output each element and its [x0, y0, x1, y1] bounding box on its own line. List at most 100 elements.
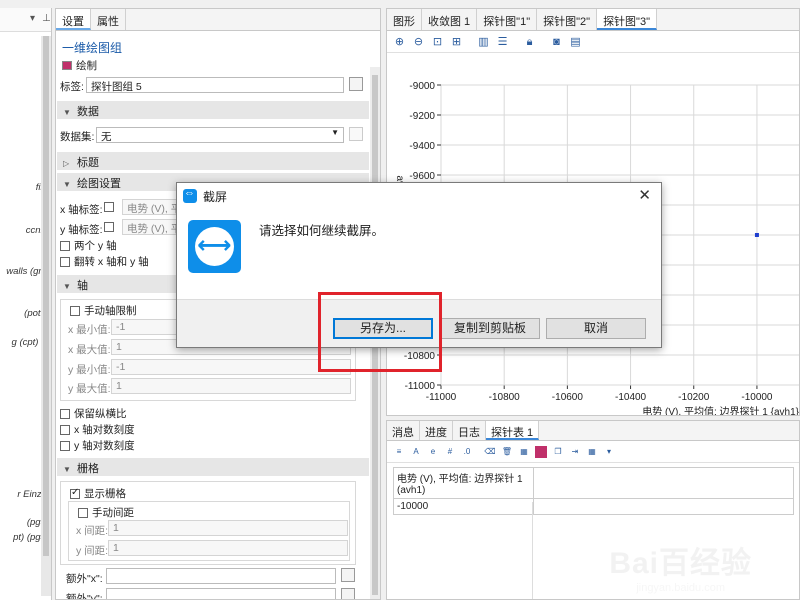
- keep-aspect-option[interactable]: 保留纵横比: [60, 406, 127, 421]
- camera-icon[interactable]: ◙: [550, 36, 563, 48]
- x-spacing-field[interactable]: 1: [108, 520, 348, 536]
- edit-label-icon[interactable]: [349, 77, 363, 91]
- tab-graphics[interactable]: 图形: [387, 9, 422, 30]
- table-options-icon[interactable]: ▦: [586, 446, 598, 458]
- tab-progress[interactable]: 进度: [420, 421, 453, 440]
- section-grid[interactable]: ▼ 栅格: [57, 458, 369, 476]
- y-min-field[interactable]: -1: [111, 359, 351, 375]
- tab-probe-plot-2[interactable]: 探针图"2": [537, 9, 598, 30]
- decimal-icon[interactable]: .0: [461, 446, 473, 458]
- digits-icon[interactable]: #: [444, 446, 456, 458]
- plot-button-label: 绘制: [76, 60, 97, 72]
- plot-button[interactable]: 绘制: [56, 58, 380, 73]
- print-icon[interactable]: ▤: [569, 36, 582, 48]
- precision-icon[interactable]: e: [427, 446, 439, 458]
- close-icon[interactable]: ✕: [638, 186, 651, 204]
- manual-spacing-option[interactable]: 手动间距: [78, 505, 134, 520]
- delete-icon[interactable]: 🗑︎: [501, 446, 513, 458]
- zoom-out-icon[interactable]: ⊖: [412, 36, 425, 48]
- extra-x-field[interactable]: [106, 568, 336, 584]
- table-header[interactable]: 电势 (V), 平均值: 边界探针 1 (avh1): [393, 467, 534, 499]
- teamviewer-icon: [183, 187, 197, 203]
- dialog-titlebar: 截屏: [177, 183, 661, 209]
- zoom-extents-icon[interactable]: ⊞: [450, 36, 463, 48]
- x-log-checkbox[interactable]: [60, 424, 70, 435]
- dataset-select[interactable]: 无 ▼: [96, 127, 344, 143]
- section-data[interactable]: ▼ 数据: [57, 101, 369, 119]
- export-table-icon[interactable]: ⇥: [569, 446, 581, 458]
- x-spacing-label: x 间距:: [76, 525, 109, 537]
- y-tick-label: -9200: [409, 111, 435, 122]
- y-tick-label: -9600: [409, 171, 435, 182]
- plot-icon: [62, 61, 72, 70]
- y-axis-label-label: y 轴标签:: [60, 224, 103, 236]
- x-tick-label: -10600: [552, 392, 584, 403]
- label-field-label: 标签:: [60, 81, 84, 93]
- dropdown-arrow-icon[interactable]: ▾: [30, 13, 35, 24]
- show-grid-option[interactable]: 显示栅格: [70, 486, 126, 501]
- x-axis-label-checkbox[interactable]: [104, 202, 114, 212]
- table-column-divider: [393, 502, 533, 599]
- manual-axis-limits-option[interactable]: 手动轴限制: [70, 303, 137, 318]
- results-tabs: 消息 进度 日志 探针表 1: [387, 421, 799, 441]
- extra-y-chart-icon[interactable]: [341, 588, 355, 599]
- manual-axis-limits-checkbox[interactable]: [70, 305, 80, 316]
- copy-to-clipboard-button[interactable]: 复制到剪贴板: [440, 318, 540, 339]
- results-toolbar: ≡ A e # .0 ⌫ 🗑︎ ▦ ❐ ⇥ ▦ ▾: [387, 441, 799, 463]
- grid-toggle-icon[interactable]: ▥: [477, 36, 490, 48]
- tab-probe-table[interactable]: 探针表 1: [486, 421, 540, 440]
- y-log-checkbox[interactable]: [60, 440, 70, 451]
- x-tick-label: -10400: [615, 392, 647, 403]
- tab-settings[interactable]: 设置: [56, 9, 91, 30]
- copy-table-icon[interactable]: ❐: [552, 446, 564, 458]
- tab-messages[interactable]: 消息: [387, 421, 420, 440]
- y-log-option[interactable]: y 轴对数刻度: [60, 438, 135, 453]
- cancel-button[interactable]: 取消: [546, 318, 646, 339]
- tab-probe-plot-1[interactable]: 探针图"1": [477, 9, 538, 30]
- extra-y-field[interactable]: [106, 588, 336, 599]
- y-max-label: y 最大值:: [68, 383, 111, 395]
- section-title[interactable]: ▷ 标题: [57, 152, 369, 170]
- y-spacing-label: y 间距:: [76, 545, 109, 557]
- flip-axes-checkbox[interactable]: [60, 256, 70, 267]
- tab-properties[interactable]: 属性: [91, 9, 126, 30]
- table-grid-icon[interactable]: ▦: [518, 446, 530, 458]
- y-tick-label: -9000: [409, 81, 435, 92]
- manual-spacing-checkbox[interactable]: [78, 507, 88, 518]
- x-log-option[interactable]: x 轴对数刻度: [60, 422, 135, 437]
- y-spacing-field[interactable]: 1: [108, 540, 348, 556]
- extra-x-chart-icon[interactable]: [341, 568, 355, 582]
- collapse-icon: ▼: [63, 108, 71, 117]
- auto-icon[interactable]: A: [410, 446, 422, 458]
- table-icon[interactable]: ☰: [496, 36, 509, 48]
- label-field[interactable]: 探针图组 5: [86, 77, 344, 93]
- color-table-icon[interactable]: [535, 445, 547, 458]
- keep-aspect-checkbox[interactable]: [60, 408, 70, 419]
- watermark: Bai百经验 jingyan.baidu.com: [609, 538, 752, 594]
- dataset-label: 数据集:: [60, 131, 95, 143]
- x-tick-label: -10800: [489, 392, 521, 403]
- two-y-axes-option[interactable]: 两个 y 轴: [60, 238, 117, 253]
- tab-log[interactable]: 日志: [453, 421, 486, 440]
- flip-axes-option[interactable]: 翻转 x 轴和 y 轴: [60, 254, 149, 269]
- zoom-in-icon[interactable]: ⊕: [393, 36, 406, 48]
- pin-icon[interactable]: ⊥: [42, 13, 51, 24]
- x-axis-label: 电势 (V), 平均值: 边界探针 1 {avh1}: [642, 405, 799, 416]
- tree-scrollbar[interactable]: [41, 36, 51, 596]
- graphics-toolbar: ⊕ ⊖ ⊡ ⊞ ▥ ☰ 🔒︎ ◙ ▤: [387, 31, 799, 53]
- zoom-box-icon[interactable]: ⊡: [431, 36, 444, 48]
- tab-probe-plot-3[interactable]: 探针图"3": [597, 9, 657, 30]
- x-tick-label: -10200: [678, 392, 710, 403]
- lock-icon[interactable]: 🔒︎: [523, 36, 536, 48]
- show-grid-checkbox[interactable]: [70, 487, 80, 499]
- y-axis-label-checkbox[interactable]: [104, 222, 114, 232]
- y-max-field[interactable]: 1: [111, 378, 351, 394]
- broom-icon[interactable]: ⌫: [484, 446, 496, 458]
- format-icon[interactable]: ≡: [393, 446, 405, 458]
- two-y-axes-checkbox[interactable]: [60, 240, 70, 251]
- scrollbar-thumb[interactable]: [43, 36, 49, 556]
- tab-convergence-plot[interactable]: 收敛图 1: [422, 9, 478, 30]
- teamviewer-logo-icon: ⟷: [188, 220, 241, 273]
- dataset-link-icon[interactable]: [349, 127, 363, 141]
- chevron-down-icon[interactable]: ▾: [603, 446, 615, 458]
